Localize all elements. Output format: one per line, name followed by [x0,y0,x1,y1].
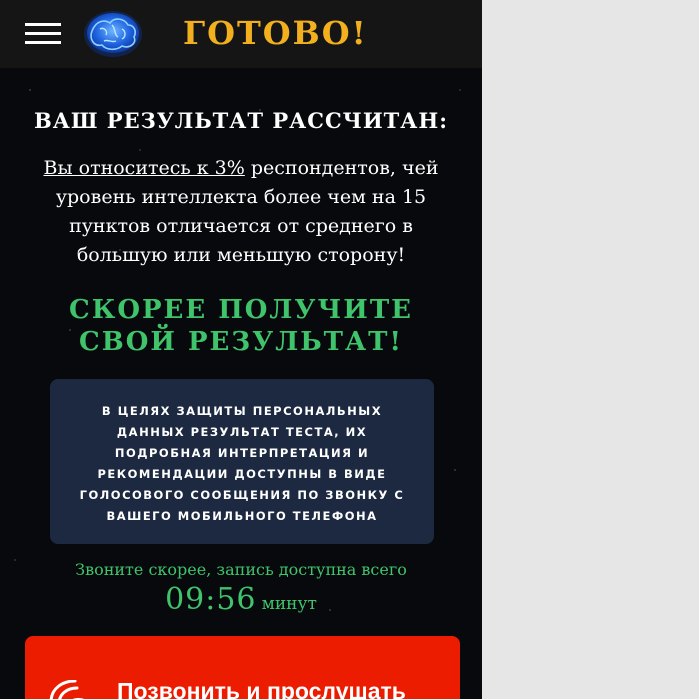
brain-icon [84,11,142,57]
phone-viewport: ГОТОВО! ВАШ РЕЗУЛЬТАТ РАССЧИТАН: Вы отно… [0,0,482,699]
timer-label: Звоните скорее, запись доступна всего [75,560,407,579]
cta-heading: СКОРЕЕ ПОЛУЧИТЕ СВОЙ РЕЗУЛЬТАТ! [69,295,413,357]
countdown-timer: 09:56 минут [0,582,482,617]
countdown-time: 09:56 [165,582,257,617]
countdown-unit: минут [261,594,317,614]
result-heading: ВАШ РЕЗУЛЬТАТ РАССЧИТАН: [33,108,448,133]
result-description: Вы относитесь к 3% респондентов, чей уро… [40,154,442,270]
page-title: ГОТОВО! [183,14,368,52]
header-bar: ГОТОВО! [0,0,482,68]
result-percent-link[interactable]: Вы относитесь к 3% [44,157,245,179]
hamburger-menu-icon[interactable] [25,23,61,45]
privacy-info-text: В ЦЕЛЯХ ЗАЩИТЫ ПЕРСОНАЛЬНЫХ ДАННЫХ РЕЗУЛ… [79,404,405,523]
privacy-info-box: В ЦЕЛЯХ ЗАЩИТЫ ПЕРСОНАЛЬНЫХ ДАННЫХ РЕЗУЛ… [50,379,434,544]
phone-ringing-icon [49,680,85,699]
call-button[interactable]: Позвонить и прослушать [25,636,460,699]
call-button-label: Позвонить и прослушать [117,678,406,699]
